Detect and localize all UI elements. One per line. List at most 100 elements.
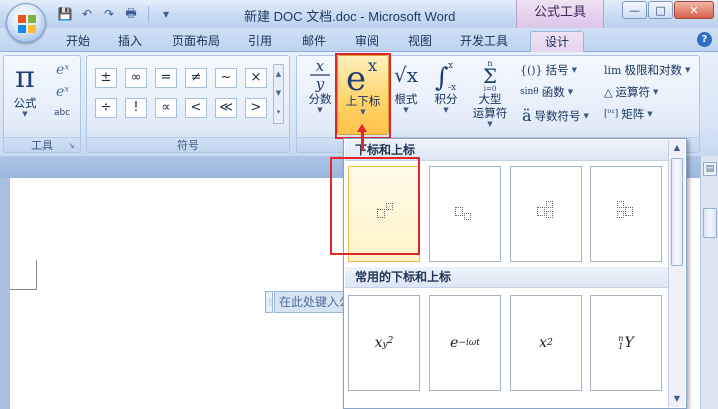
function-button[interactable]: sinθ 函数 ▼ xyxy=(520,84,573,100)
placeholder-box xyxy=(546,201,553,208)
ruler-toggle-icon[interactable]: ▤ xyxy=(703,162,717,176)
help-icon[interactable]: ? xyxy=(697,32,712,47)
not-equal-symbol[interactable]: ≠ xyxy=(185,68,207,88)
linear-format-icon[interactable]: eˣ xyxy=(56,84,76,104)
limit-icon: lim xyxy=(604,63,622,77)
gallery-scrollbar[interactable]: ▲ ▼ xyxy=(668,140,685,407)
tab-developer[interactable]: 开发工具 xyxy=(452,31,516,52)
factorial-symbol[interactable]: ! xyxy=(125,98,147,118)
plus-minus-symbol[interactable]: ± xyxy=(95,68,117,88)
svg-text:i=0: i=0 xyxy=(484,85,497,92)
limit-label: 极限和对数 xyxy=(624,63,682,77)
bracket-button[interactable]: {()} 括号 ▼ xyxy=(520,62,577,78)
scroll-down-icon[interactable]: ▼ xyxy=(669,391,685,407)
tab-design[interactable]: 设计 xyxy=(530,31,584,52)
gallery-item-left-sub-superscript[interactable] xyxy=(590,166,662,262)
function-label: 函数 xyxy=(541,85,565,99)
quick-access-toolbar: 💾 ↶ ↷ 🖶 ▾ xyxy=(56,4,175,24)
gallery-item-common-3[interactable]: x2 xyxy=(510,295,582,391)
document-scrollbar[interactable]: ▤ xyxy=(700,156,718,409)
placeholder-box xyxy=(617,211,624,218)
greater-than-symbol[interactable]: > xyxy=(245,98,267,118)
scroll-up-icon[interactable]: ▲ xyxy=(669,140,685,156)
matrix-icon: [⁰¹] xyxy=(604,109,619,119)
tab-view[interactable]: 视图 xyxy=(400,31,440,52)
gallery-item-common-2[interactable]: e −iωt xyxy=(429,295,501,391)
integral-icon: ∫ x -x xyxy=(435,61,456,92)
chevron-down-icon: ▼ xyxy=(487,120,493,128)
radical-label: 根式 xyxy=(394,92,418,106)
fraction-button[interactable]: x y 分数 ▼ xyxy=(304,58,336,114)
function-icon: sinθ xyxy=(520,87,539,97)
gallery-item-sub-superscript[interactable] xyxy=(510,166,582,262)
annotation-highlight-box xyxy=(330,157,420,255)
normal-text-icon[interactable]: abc xyxy=(54,108,78,118)
equation-button[interactable]: π 公式 ▼ xyxy=(8,60,42,118)
tab-home[interactable]: 开始 xyxy=(58,31,98,52)
matrix-button[interactable]: [⁰¹] 矩阵 ▼ xyxy=(604,106,653,122)
tab-mailings[interactable]: 邮件 xyxy=(294,31,334,52)
chevron-down-icon: ▼ xyxy=(317,106,323,114)
equation-label: 公式 xyxy=(13,96,37,110)
placeholder-box xyxy=(617,201,624,208)
infinity-symbol[interactable]: ∞ xyxy=(125,68,147,88)
integral-button[interactable]: ∫ x -x 积分 ▼ xyxy=(428,58,464,114)
equation-placeholder[interactable]: 在此处键入公式 xyxy=(274,291,346,313)
svg-text:x: x xyxy=(316,58,325,75)
symbols-group: ± ∞ = ≠ ~ × ÷ ! ∝ < ≪ > ▲ ▼ ▾ 符号 xyxy=(86,55,290,153)
scroll-thumb[interactable] xyxy=(671,158,683,266)
chevron-down-icon: ▼ xyxy=(647,110,653,118)
professional-format-icon[interactable]: eˣ xyxy=(56,62,76,82)
customize-qat-icon[interactable]: ▾ xyxy=(157,5,175,23)
symbols-scrollbar[interactable]: ▲ ▼ ▾ xyxy=(273,64,284,124)
gallery-item-common-1[interactable]: x y2 xyxy=(348,295,420,391)
matrix-label: 矩阵 xyxy=(621,107,645,121)
chevron-down-icon: ▼ xyxy=(684,66,691,74)
svg-text:-x: -x xyxy=(448,83,456,92)
undo-icon[interactable]: ↶ xyxy=(78,5,96,23)
office-button[interactable] xyxy=(6,3,46,43)
scroll-thumb[interactable] xyxy=(703,208,717,238)
maximize-button[interactable]: □ xyxy=(648,1,673,19)
minimize-button[interactable]: — xyxy=(622,1,647,19)
sigma-icon: n Σ i=0 xyxy=(483,59,497,92)
dialog-launcher-icon[interactable]: ↘ xyxy=(68,141,77,150)
pi-icon: π xyxy=(15,60,35,95)
equal-symbol[interactable]: = xyxy=(155,68,177,88)
placeholder-box xyxy=(455,207,463,216)
tab-references[interactable]: 引用 xyxy=(240,31,280,52)
formula-left-scripts-y: n1Y xyxy=(618,334,634,352)
times-symbol[interactable]: × xyxy=(245,68,267,88)
expand-gallery-icon[interactable]: ▾ xyxy=(274,103,283,122)
gallery-item-common-4[interactable]: n1Y xyxy=(590,295,662,391)
fraction-icon: x y xyxy=(310,58,330,92)
radical-button[interactable]: √x 根式 ▼ xyxy=(388,58,424,114)
print-icon[interactable]: 🖶 xyxy=(122,5,140,23)
close-button[interactable]: ✕ xyxy=(674,1,714,19)
equation-handle-icon[interactable]: ⋮ xyxy=(265,291,274,313)
radical-icon: √x xyxy=(393,63,419,87)
redo-icon[interactable]: ↷ xyxy=(100,5,118,23)
tab-page-layout[interactable]: 页面布局 xyxy=(164,31,228,52)
symbols-group-label: 符号 xyxy=(87,137,289,152)
limit-log-button[interactable]: lim 极限和对数 ▼ xyxy=(604,62,690,78)
proportional-symbol[interactable]: ∝ xyxy=(155,98,177,118)
scroll-up-icon[interactable]: ▲ xyxy=(274,65,283,84)
divide-symbol[interactable]: ÷ xyxy=(95,98,117,118)
operator-button[interactable]: △ 运算符 ▼ xyxy=(604,84,658,100)
accent-button[interactable]: ä 导数符号 ▼ xyxy=(522,106,589,125)
tab-review[interactable]: 审阅 xyxy=(347,31,387,52)
scroll-down-icon[interactable]: ▼ xyxy=(274,84,283,103)
large-operator-button[interactable]: n Σ i=0 大型 运算符 ▼ xyxy=(466,58,514,128)
save-icon[interactable]: 💾 xyxy=(56,5,74,23)
gallery-item-subscript[interactable] xyxy=(429,166,501,262)
less-than-symbol[interactable]: < xyxy=(185,98,207,118)
title-bar: 💾 ↶ ↷ 🖶 ▾ 新建 DOC 文档.doc - Microsoft Word… xyxy=(0,0,718,28)
tab-insert[interactable]: 插入 xyxy=(110,31,150,52)
qat-separator xyxy=(148,6,149,22)
much-less-symbol[interactable]: ≪ xyxy=(215,98,237,118)
accent-icon: ä xyxy=(522,106,532,125)
tilde-symbol[interactable]: ~ xyxy=(215,68,237,88)
placeholder-box xyxy=(546,211,553,218)
bracket-label: 括号 xyxy=(545,63,569,77)
